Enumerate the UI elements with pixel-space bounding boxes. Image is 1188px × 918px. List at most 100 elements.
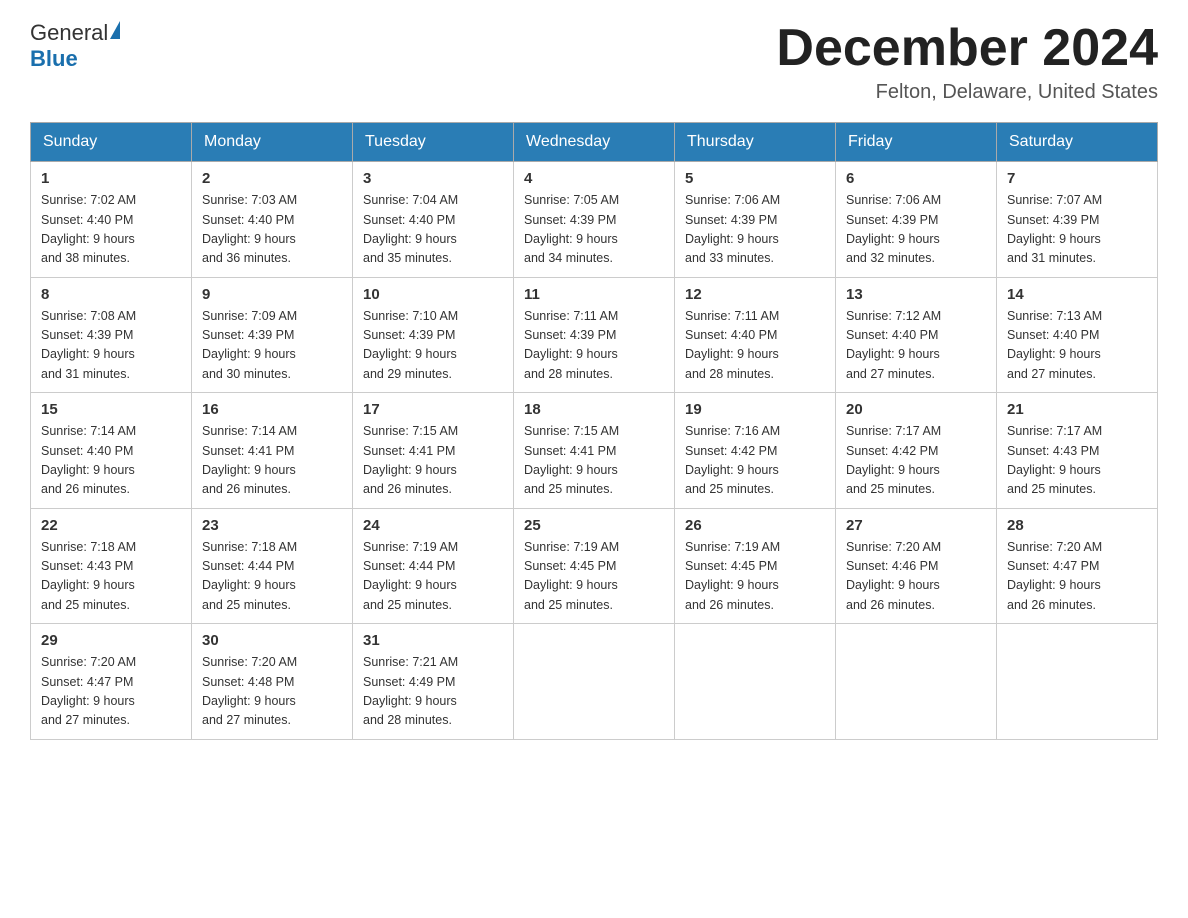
- day-info: Sunrise: 7:14 AMSunset: 4:40 PMDaylight:…: [41, 422, 181, 500]
- day-info: Sunrise: 7:18 AMSunset: 4:43 PMDaylight:…: [41, 538, 181, 616]
- calendar-cell: 23Sunrise: 7:18 AMSunset: 4:44 PMDayligh…: [192, 508, 353, 624]
- day-number: 14: [1007, 286, 1147, 303]
- day-number: 26: [685, 517, 825, 534]
- day-number: 22: [41, 517, 181, 534]
- weekday-header-thursday: Thursday: [675, 123, 836, 162]
- day-number: 7: [1007, 170, 1147, 187]
- day-number: 12: [685, 286, 825, 303]
- day-number: 18: [524, 401, 664, 418]
- day-number: 9: [202, 286, 342, 303]
- calendar-cell: 3 Sunrise: 7:04 AMSunset: 4:40 PMDaylight…: [353, 162, 514, 278]
- day-number: 25: [524, 517, 664, 534]
- day-info: Sunrise: 7:18 AMSunset: 4:44 PMDaylight:…: [202, 538, 342, 616]
- calendar-cell: 24 Sunrise: 7:19 AMSunset: 4:44 PMDayligh…: [353, 508, 514, 624]
- day-info: Sunrise: 7:06 AMSunset: 4:39 PMDaylight:…: [685, 191, 825, 269]
- calendar-cell: 16Sunrise: 7:14 AMSunset: 4:41 PMDayligh…: [192, 393, 353, 509]
- week-row-4: 22 Sunrise: 7:18 AMSunset: 4:43 PMDayligh…: [31, 508, 1158, 624]
- weekday-header-sunday: Sunday: [31, 123, 192, 162]
- calendar-title: December 2024: [776, 20, 1158, 77]
- calendar-cell: 18 Sunrise: 7:15 AMSunset: 4:41 PMDayligh…: [514, 393, 675, 509]
- day-number: 15: [41, 401, 181, 418]
- calendar-cell: 31 Sunrise: 7:21 AMSunset: 4:49 PMDayligh…: [353, 624, 514, 740]
- day-info: Sunrise: 7:19 AMSunset: 4:45 PMDaylight:…: [524, 538, 664, 616]
- day-number: 8: [41, 286, 181, 303]
- day-number: 2: [202, 170, 342, 187]
- day-info: Sunrise: 7:07 AMSunset: 4:39 PMDaylight:…: [1007, 191, 1147, 269]
- calendar-cell: 1Sunrise: 7:02 AMSunset: 4:40 PMDaylight…: [31, 162, 192, 278]
- calendar-cell: 17Sunrise: 7:15 AMSunset: 4:41 PMDayligh…: [353, 393, 514, 509]
- day-number: 20: [846, 401, 986, 418]
- day-number: 11: [524, 286, 664, 303]
- day-info: Sunrise: 7:15 AMSunset: 4:41 PMDaylight:…: [524, 422, 664, 500]
- day-info: Sunrise: 7:11 AMSunset: 4:39 PMDaylight:…: [524, 307, 664, 385]
- calendar-cell: 21 Sunrise: 7:17 AMSunset: 4:43 PMDayligh…: [997, 393, 1158, 509]
- calendar-cell: 30 Sunrise: 7:20 AMSunset: 4:48 PMDayligh…: [192, 624, 353, 740]
- weekday-header-tuesday: Tuesday: [353, 123, 514, 162]
- day-number: 6: [846, 170, 986, 187]
- calendar-cell: 13Sunrise: 7:12 AMSunset: 4:40 PMDayligh…: [836, 277, 997, 393]
- calendar-table: SundayMondayTuesdayWednesdayThursdayFrid…: [30, 122, 1158, 740]
- day-number: 19: [685, 401, 825, 418]
- calendar-cell: 7 Sunrise: 7:07 AMSunset: 4:39 PMDaylight…: [997, 162, 1158, 278]
- day-info: Sunrise: 7:20 AMSunset: 4:48 PMDaylight:…: [202, 653, 342, 731]
- day-info: Sunrise: 7:17 AMSunset: 4:43 PMDaylight:…: [1007, 422, 1147, 500]
- calendar-cell: 9 Sunrise: 7:09 AMSunset: 4:39 PMDaylight…: [192, 277, 353, 393]
- day-info: Sunrise: 7:06 AMSunset: 4:39 PMDaylight:…: [846, 191, 986, 269]
- day-info: Sunrise: 7:04 AMSunset: 4:40 PMDaylight:…: [363, 191, 503, 269]
- day-info: Sunrise: 7:13 AMSunset: 4:40 PMDaylight:…: [1007, 307, 1147, 385]
- weekday-header-row: SundayMondayTuesdayWednesdayThursdayFrid…: [31, 123, 1158, 162]
- calendar-cell: 4Sunrise: 7:05 AMSunset: 4:39 PMDaylight…: [514, 162, 675, 278]
- calendar-cell: 20 Sunrise: 7:17 AMSunset: 4:42 PMDayligh…: [836, 393, 997, 509]
- day-number: 29: [41, 632, 181, 649]
- week-row-5: 29 Sunrise: 7:20 AMSunset: 4:47 PMDayligh…: [31, 624, 1158, 740]
- day-number: 31: [363, 632, 503, 649]
- calendar-cell: [997, 624, 1158, 740]
- day-info: Sunrise: 7:20 AMSunset: 4:47 PMDaylight:…: [1007, 538, 1147, 616]
- calendar-cell: 14 Sunrise: 7:13 AMSunset: 4:40 PMDayligh…: [997, 277, 1158, 393]
- logo-triangle-icon: [110, 21, 120, 39]
- day-number: 4: [524, 170, 664, 187]
- calendar-cell: 26 Sunrise: 7:19 AMSunset: 4:45 PMDayligh…: [675, 508, 836, 624]
- calendar-cell: 28 Sunrise: 7:20 AMSunset: 4:47 PMDayligh…: [997, 508, 1158, 624]
- week-row-1: 1Sunrise: 7:02 AMSunset: 4:40 PMDaylight…: [31, 162, 1158, 278]
- day-info: Sunrise: 7:08 AMSunset: 4:39 PMDaylight:…: [41, 307, 181, 385]
- calendar-cell: 12Sunrise: 7:11 AMSunset: 4:40 PMDayligh…: [675, 277, 836, 393]
- day-info: Sunrise: 7:19 AMSunset: 4:44 PMDaylight:…: [363, 538, 503, 616]
- day-number: 3: [363, 170, 503, 187]
- day-info: Sunrise: 7:15 AMSunset: 4:41 PMDaylight:…: [363, 422, 503, 500]
- calendar-cell: 15 Sunrise: 7:14 AMSunset: 4:40 PMDayligh…: [31, 393, 192, 509]
- calendar-cell: 2Sunrise: 7:03 AMSunset: 4:40 PMDaylight…: [192, 162, 353, 278]
- calendar-cell: [675, 624, 836, 740]
- calendar-cell: 27 Sunrise: 7:20 AMSunset: 4:46 PMDayligh…: [836, 508, 997, 624]
- calendar-cell: 8 Sunrise: 7:08 AMSunset: 4:39 PMDaylight…: [31, 277, 192, 393]
- logo: General Blue: [30, 20, 120, 72]
- calendar-subtitle: Felton, Delaware, United States: [776, 81, 1158, 104]
- day-number: 30: [202, 632, 342, 649]
- day-number: 24: [363, 517, 503, 534]
- day-info: Sunrise: 7:19 AMSunset: 4:45 PMDaylight:…: [685, 538, 825, 616]
- day-info: Sunrise: 7:21 AMSunset: 4:49 PMDaylight:…: [363, 653, 503, 731]
- day-info: Sunrise: 7:09 AMSunset: 4:39 PMDaylight:…: [202, 307, 342, 385]
- logo-general-text: General: [30, 20, 108, 46]
- week-row-2: 8 Sunrise: 7:08 AMSunset: 4:39 PMDaylight…: [31, 277, 1158, 393]
- day-info: Sunrise: 7:17 AMSunset: 4:42 PMDaylight:…: [846, 422, 986, 500]
- day-info: Sunrise: 7:12 AMSunset: 4:40 PMDaylight:…: [846, 307, 986, 385]
- day-info: Sunrise: 7:02 AMSunset: 4:40 PMDaylight:…: [41, 191, 181, 269]
- day-info: Sunrise: 7:20 AMSunset: 4:47 PMDaylight:…: [41, 653, 181, 731]
- day-number: 21: [1007, 401, 1147, 418]
- day-number: 16: [202, 401, 342, 418]
- day-info: Sunrise: 7:20 AMSunset: 4:46 PMDaylight:…: [846, 538, 986, 616]
- day-info: Sunrise: 7:16 AMSunset: 4:42 PMDaylight:…: [685, 422, 825, 500]
- day-number: 27: [846, 517, 986, 534]
- logo-blue-text: Blue: [30, 46, 78, 71]
- week-row-3: 15 Sunrise: 7:14 AMSunset: 4:40 PMDayligh…: [31, 393, 1158, 509]
- weekday-header-monday: Monday: [192, 123, 353, 162]
- weekday-header-friday: Friday: [836, 123, 997, 162]
- calendar-cell: 22 Sunrise: 7:18 AMSunset: 4:43 PMDayligh…: [31, 508, 192, 624]
- calendar-title-area: December 2024 Felton, Delaware, United S…: [776, 20, 1158, 104]
- calendar-cell: 5Sunrise: 7:06 AMSunset: 4:39 PMDaylight…: [675, 162, 836, 278]
- day-number: 28: [1007, 517, 1147, 534]
- page-header: General Blue December 2024 Felton, Delaw…: [30, 20, 1158, 104]
- weekday-header-saturday: Saturday: [997, 123, 1158, 162]
- day-number: 10: [363, 286, 503, 303]
